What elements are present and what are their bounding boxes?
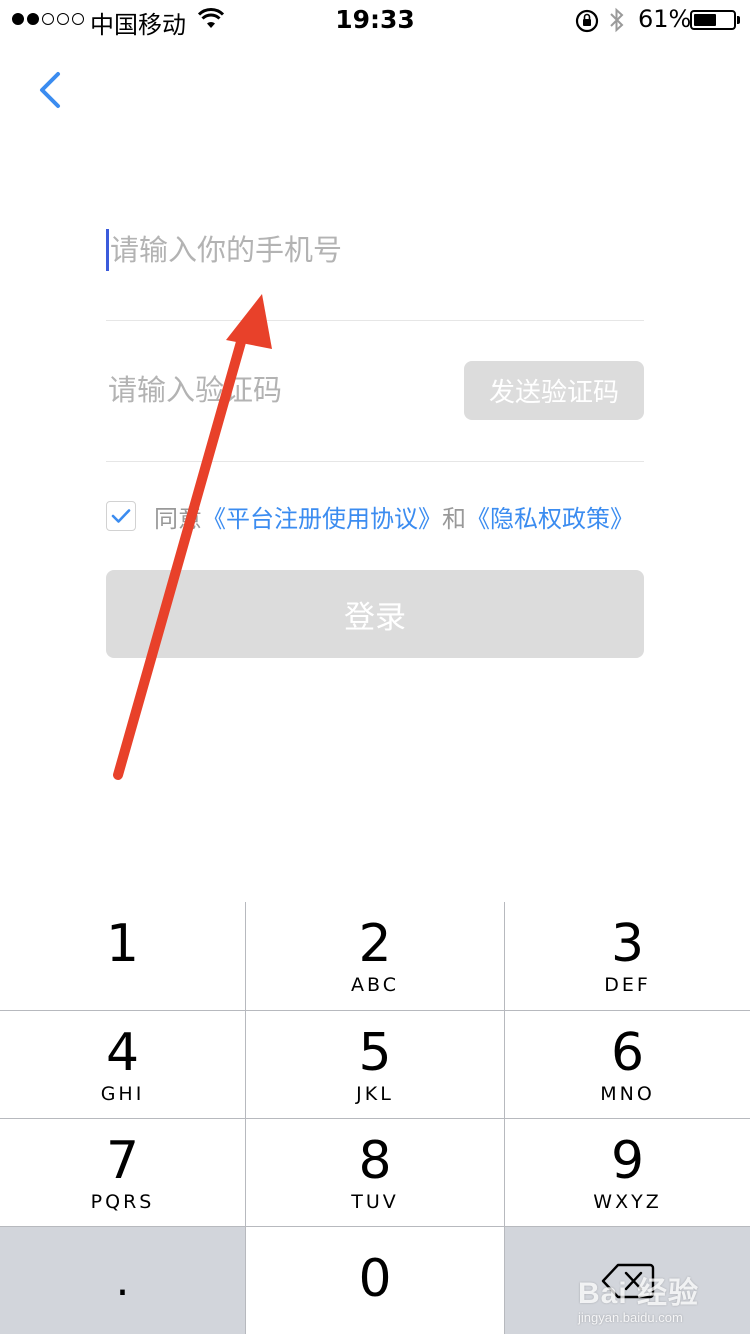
keypad-divider — [0, 1010, 750, 1011]
chevron-left-icon — [40, 72, 60, 108]
key-5[interactable]: 5 JKL — [246, 1011, 504, 1118]
watermark-logo: Bai 经验 — [578, 1277, 700, 1310]
agree-and: 和 — [442, 504, 466, 533]
key-number: 1 — [105, 914, 140, 974]
watermark: Bai 经验 jingyan.baidu.com — [578, 1268, 718, 1325]
agreement-link[interactable]: 《平台注册使用协议》 — [202, 499, 442, 534]
key-number: 0 — [358, 1249, 392, 1309]
privacy-policy-link[interactable]: 《隐私权政策》 — [466, 499, 634, 534]
key-number: 6 — [610, 1023, 645, 1083]
keypad-divider — [0, 1226, 750, 1227]
key-number: 5 — [358, 1023, 392, 1083]
watermark-url: jingyan.baidu.com — [578, 1310, 683, 1325]
key-number: 2 — [358, 914, 392, 974]
keypad-divider — [504, 902, 505, 1334]
bluetooth-icon — [608, 6, 626, 40]
key-letters: MNO — [600, 1083, 655, 1105]
key-number: . — [115, 1255, 130, 1306]
key-2[interactable]: 2 ABC — [246, 902, 504, 1010]
key-9[interactable]: 9 WXYZ — [505, 1119, 750, 1226]
key-letters: WXYZ — [593, 1191, 662, 1213]
key-number: 8 — [358, 1131, 392, 1191]
key-letters: GHI — [100, 1083, 145, 1105]
login-button[interactable]: 登录 — [106, 570, 644, 658]
key-4[interactable]: 4 GHI — [0, 1011, 245, 1118]
key-letters: JKL — [356, 1083, 394, 1105]
agree-checkbox[interactable] — [106, 501, 136, 531]
key-8[interactable]: 8 TUV — [246, 1119, 504, 1226]
key-letters: PQRS — [90, 1191, 155, 1213]
key-3[interactable]: 3 DEF — [505, 902, 750, 1010]
code-field: 发送验证码 — [106, 320, 644, 462]
agreement-row: 同意 《平台注册使用协议》 和 《隐私权政策》 — [106, 498, 634, 534]
send-code-button[interactable]: 发送验证码 — [464, 361, 644, 420]
key-1[interactable]: 1 — [0, 902, 245, 1010]
checkmark-icon — [111, 509, 131, 523]
key-dot[interactable]: . — [0, 1227, 245, 1334]
key-0[interactable]: 0 — [246, 1227, 504, 1334]
key-number: 4 — [105, 1023, 140, 1083]
verification-code-input[interactable] — [106, 370, 438, 410]
key-6[interactable]: 6 MNO — [505, 1011, 750, 1118]
agree-prefix: 同意 — [154, 504, 202, 533]
key-7[interactable]: 7 PQRS — [0, 1119, 245, 1226]
key-number: 3 — [610, 914, 645, 974]
phone-input[interactable] — [106, 230, 630, 270]
battery-icon — [690, 10, 736, 30]
battery-percent: 61% — [638, 5, 692, 33]
keypad-divider — [0, 1118, 750, 1119]
phone-field — [106, 212, 644, 321]
back-button[interactable] — [30, 68, 70, 114]
key-number: 7 — [105, 1131, 140, 1191]
key-letters: TUV — [351, 1191, 399, 1213]
key-letters: ABC — [351, 974, 399, 996]
key-letters: DEF — [604, 974, 651, 996]
key-number: 9 — [610, 1131, 645, 1191]
status-bar: 中国移动 19:33 61% — [0, 0, 750, 40]
rotation-lock-icon — [574, 8, 600, 40]
battery-tip — [737, 16, 740, 24]
keypad-divider — [245, 902, 246, 1334]
